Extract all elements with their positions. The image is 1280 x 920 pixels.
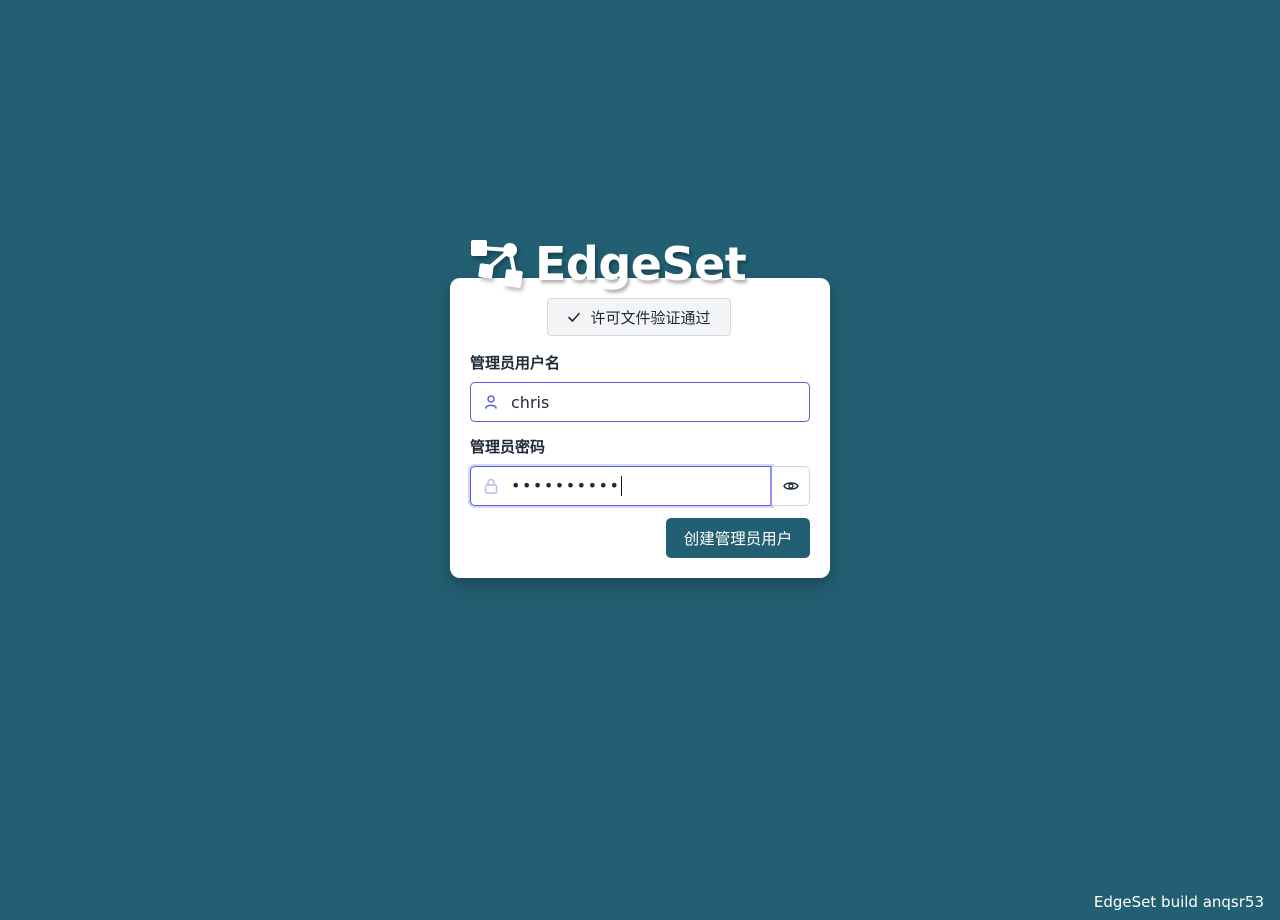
username-label: 管理员用户名	[470, 354, 561, 372]
admin-setup-card: 许可文件验证通过 管理员用户名 chris 管理员密码 •••••••••• 创…	[450, 278, 830, 578]
brand-name: EdgeSet	[535, 237, 747, 291]
setup-page: EdgeSet 许可文件验证通过 管理员用户名 chris 管理员密码 ••••…	[0, 0, 1280, 920]
build-info: EdgeSet build anqsr53	[1093, 893, 1264, 911]
license-status-badge: 许可文件验证通过	[547, 298, 731, 336]
brand-header: EdgeSet	[470, 237, 747, 291]
text-caret	[621, 476, 623, 497]
create-admin-user-button[interactable]: 创建管理员用户	[666, 518, 810, 558]
password-label: 管理员密码	[470, 438, 546, 456]
eye-icon	[782, 477, 799, 496]
password-masked-text: ••••••••••	[511, 475, 621, 495]
username-value[interactable]: chris	[511, 393, 549, 412]
toggle-password-visibility-button[interactable]	[772, 466, 810, 506]
check-icon	[567, 310, 581, 324]
user-icon	[471, 394, 511, 410]
password-value[interactable]: ••••••••••	[511, 475, 623, 497]
graph-nodes-icon	[470, 238, 524, 290]
username-field[interactable]: chris	[470, 382, 810, 422]
lock-icon	[471, 478, 511, 494]
license-status-text: 许可文件验证通过	[590, 308, 711, 327]
password-field[interactable]: ••••••••••	[470, 466, 772, 506]
